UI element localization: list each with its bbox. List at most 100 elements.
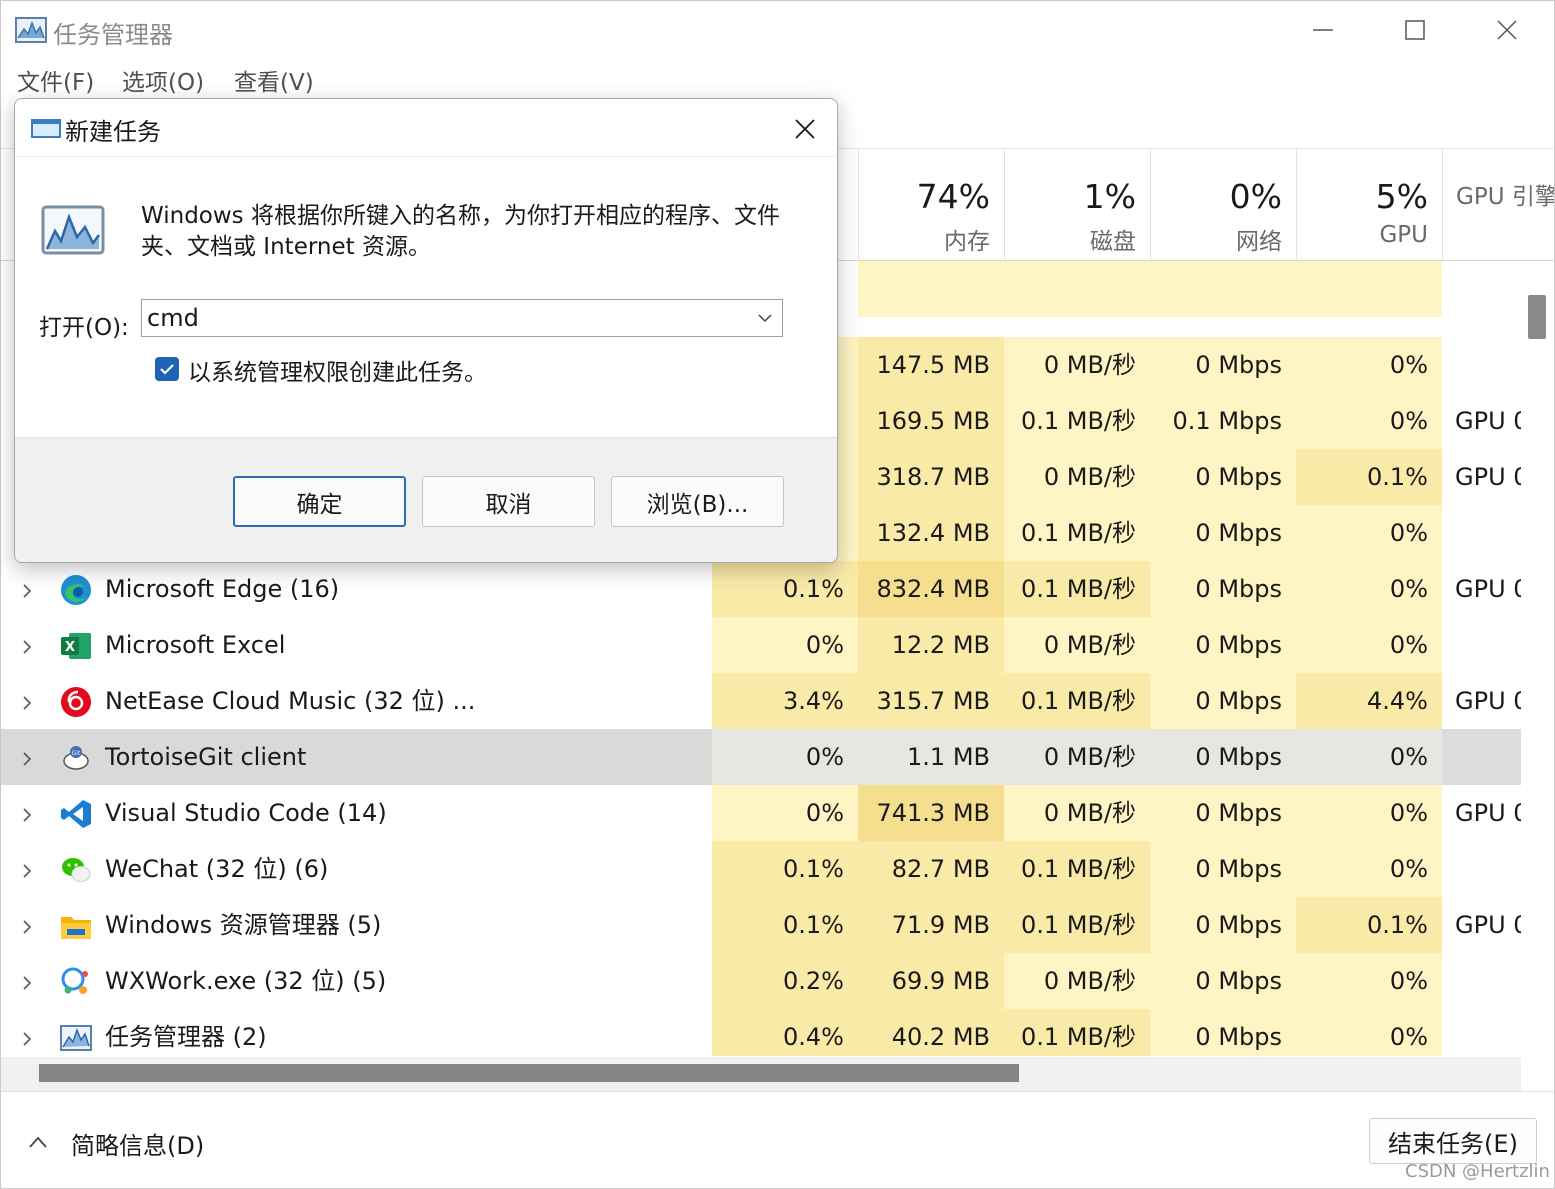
admin-checkbox[interactable] — [155, 357, 179, 381]
blank-cell — [1296, 261, 1442, 317]
gpu-engine-cell — [1442, 1009, 1521, 1056]
watermark-text: CSDN @Hertzlin — [1405, 1161, 1550, 1182]
open-combobox[interactable] — [141, 299, 783, 337]
ok-button[interactable]: 确定 — [233, 476, 406, 527]
memory-cell: 832.4 MB — [858, 561, 1004, 617]
network-cell: 0 Mbps — [1150, 561, 1296, 617]
chevron-up-icon[interactable] — [27, 1130, 49, 1155]
chevron-right-icon[interactable] — [21, 897, 33, 953]
network-label: 网络 — [1236, 229, 1282, 255]
blank-cell — [858, 261, 1004, 317]
chevron-right-icon[interactable] — [21, 953, 33, 1009]
menu-file[interactable]: 文件(F) — [17, 63, 94, 97]
cpu-cell: 3.4% — [712, 673, 858, 729]
gpu-cell: 0% — [1296, 785, 1442, 841]
memory-cell: 132.4 MB — [858, 505, 1004, 561]
open-input[interactable] — [142, 300, 742, 336]
gpu-cell: 0% — [1296, 1009, 1442, 1056]
disk-cell: 0.1 MB/秒 — [1004, 673, 1150, 729]
gpu-engine-cell — [1442, 617, 1521, 673]
minimize-button[interactable] — [1277, 7, 1369, 53]
process-name: WeChat (32 位) (6) — [105, 855, 329, 883]
process-row[interactable]: Microsoft Edge (16) 0.1% 832.4 MB 0.1 MB/秒 0… — [1, 561, 1521, 617]
network-cell: 0 Mbps — [1150, 841, 1296, 897]
title-bar: 任务管理器 — [1, 1, 1554, 59]
maximize-button[interactable] — [1369, 7, 1461, 53]
task-manager-app-icon — [15, 17, 47, 43]
process-row[interactable]: WeChat (32 位) (6) 0.1% 82.7 MB 0.1 MB/秒 0 Mb… — [1, 841, 1521, 897]
process-name: TortoiseGit client — [105, 743, 307, 771]
wechat-icon — [59, 853, 93, 887]
dialog-title: 新建任务 — [65, 118, 161, 146]
process-row[interactable]: Windows 资源管理器 (5) 0.1% 71.9 MB 0.1 MB/秒 0 Mb… — [1, 897, 1521, 953]
chevron-down-icon — [757, 314, 772, 323]
memory-cell: 1.1 MB — [858, 729, 1004, 785]
gpu-cell: 0% — [1296, 729, 1442, 785]
folder-icon — [59, 909, 93, 943]
fewer-details-link[interactable]: 简略信息(D) — [71, 1126, 204, 1161]
svg-text:Git: Git — [72, 750, 81, 757]
disk-cell: 0 MB/秒 — [1004, 337, 1150, 393]
dialog-close-button[interactable] — [789, 113, 821, 145]
process-row[interactable]: NetEase Cloud Music (32 位) ... 3.4% 315.7 … — [1, 673, 1521, 729]
network-cell: 0 Mbps — [1150, 953, 1296, 1009]
memory-cell: 741.3 MB — [858, 785, 1004, 841]
column-memory[interactable]: 74% 内存 — [858, 149, 1004, 261]
disk-cell: 0.1 MB/秒 — [1004, 561, 1150, 617]
process-row[interactable]: Git TortoiseGit client 0% 1.1 MB 0 MB/秒 0 Mbp… — [1, 729, 1521, 785]
close-button[interactable] — [1461, 7, 1553, 53]
chevron-right-icon[interactable] — [21, 841, 33, 897]
gpu-engine-cell: GPU 0 — [1455, 687, 1521, 715]
memory-cell: 40.2 MB — [858, 1009, 1004, 1056]
cancel-button[interactable]: 取消 — [422, 476, 595, 527]
chevron-right-icon[interactable] — [21, 729, 33, 785]
combo-dropdown-button[interactable] — [746, 300, 782, 336]
chevron-right-icon[interactable] — [21, 561, 33, 617]
process-row[interactable]: X Microsoft Excel 0% 12.2 MB 0 MB/秒 0 Mbps 0% — [1, 617, 1521, 673]
process-row[interactable]: 任务管理器 (2) 0.4% 40.2 MB 0.1 MB/秒 0 Mbps 0% — [1, 1009, 1521, 1056]
edge-icon — [59, 573, 93, 607]
disk-cell: 0 MB/秒 — [1004, 953, 1150, 1009]
disk-percent: 1% — [1083, 177, 1136, 216]
end-task-button[interactable]: 结束任务(E) — [1369, 1118, 1537, 1164]
cpu-cell: 0% — [712, 729, 858, 785]
memory-cell: 82.7 MB — [858, 841, 1004, 897]
cpu-cell: 0.4% — [712, 1009, 858, 1056]
blank-cell — [1004, 261, 1150, 317]
network-cell: 0 Mbps — [1150, 505, 1296, 561]
network-percent: 0% — [1229, 177, 1282, 216]
cpu-cell: 0% — [712, 785, 858, 841]
disk-cell: 0.1 MB/秒 — [1004, 897, 1150, 953]
menu-options[interactable]: 选项(O) — [122, 63, 204, 97]
cpu-cell: 0.1% — [712, 841, 858, 897]
cpu-cell: 0% — [712, 617, 858, 673]
chevron-right-icon[interactable] — [21, 1009, 33, 1056]
gpu-cell: 0.1% — [1296, 449, 1442, 505]
gpu-cell: 4.4% — [1296, 673, 1442, 729]
process-name: 任务管理器 (2) — [105, 1023, 267, 1051]
menu-view[interactable]: 查看(V) — [234, 63, 314, 97]
process-row[interactable]: Visual Studio Code (14) 0% 741.3 MB 0 MB/秒 0… — [1, 785, 1521, 841]
memory-cell: 318.7 MB — [858, 449, 1004, 505]
gpu-engine-cell — [1442, 841, 1521, 897]
column-gpu-engine[interactable]: GPU 引擎 — [1442, 149, 1554, 261]
horizontal-scrollbar-thumb[interactable] — [39, 1064, 1019, 1082]
network-cell: 0 Mbps — [1150, 337, 1296, 393]
column-network[interactable]: 0% 网络 — [1150, 149, 1296, 261]
footer-bar: 简略信息(D) 结束任务(E) — [1, 1091, 1554, 1189]
chevron-right-icon[interactable] — [21, 785, 33, 841]
vertical-scrollbar-thumb[interactable] — [1528, 295, 1546, 339]
browse-button[interactable]: 浏览(B)... — [611, 476, 784, 527]
chevron-right-icon[interactable] — [21, 617, 33, 673]
minimize-icon — [1313, 29, 1333, 31]
open-label: 打开(O): — [39, 315, 129, 341]
gpu-engine-cell: GPU 0 — [1455, 407, 1521, 435]
chevron-right-icon[interactable] — [21, 673, 33, 729]
process-row[interactable]: WXWork.exe (32 位) (5) 0.2% 69.9 MB 0 MB/秒 0 … — [1, 953, 1521, 1009]
admin-checkbox-label[interactable]: 以系统管理权限创建此任务。 — [188, 353, 487, 387]
disk-cell: 0.1 MB/秒 — [1004, 841, 1150, 897]
column-gpu[interactable]: 5% GPU — [1296, 149, 1442, 261]
vscode-icon — [59, 797, 93, 831]
gpu-engine-cell — [1442, 337, 1521, 393]
column-disk[interactable]: 1% 磁盘 — [1004, 149, 1150, 261]
